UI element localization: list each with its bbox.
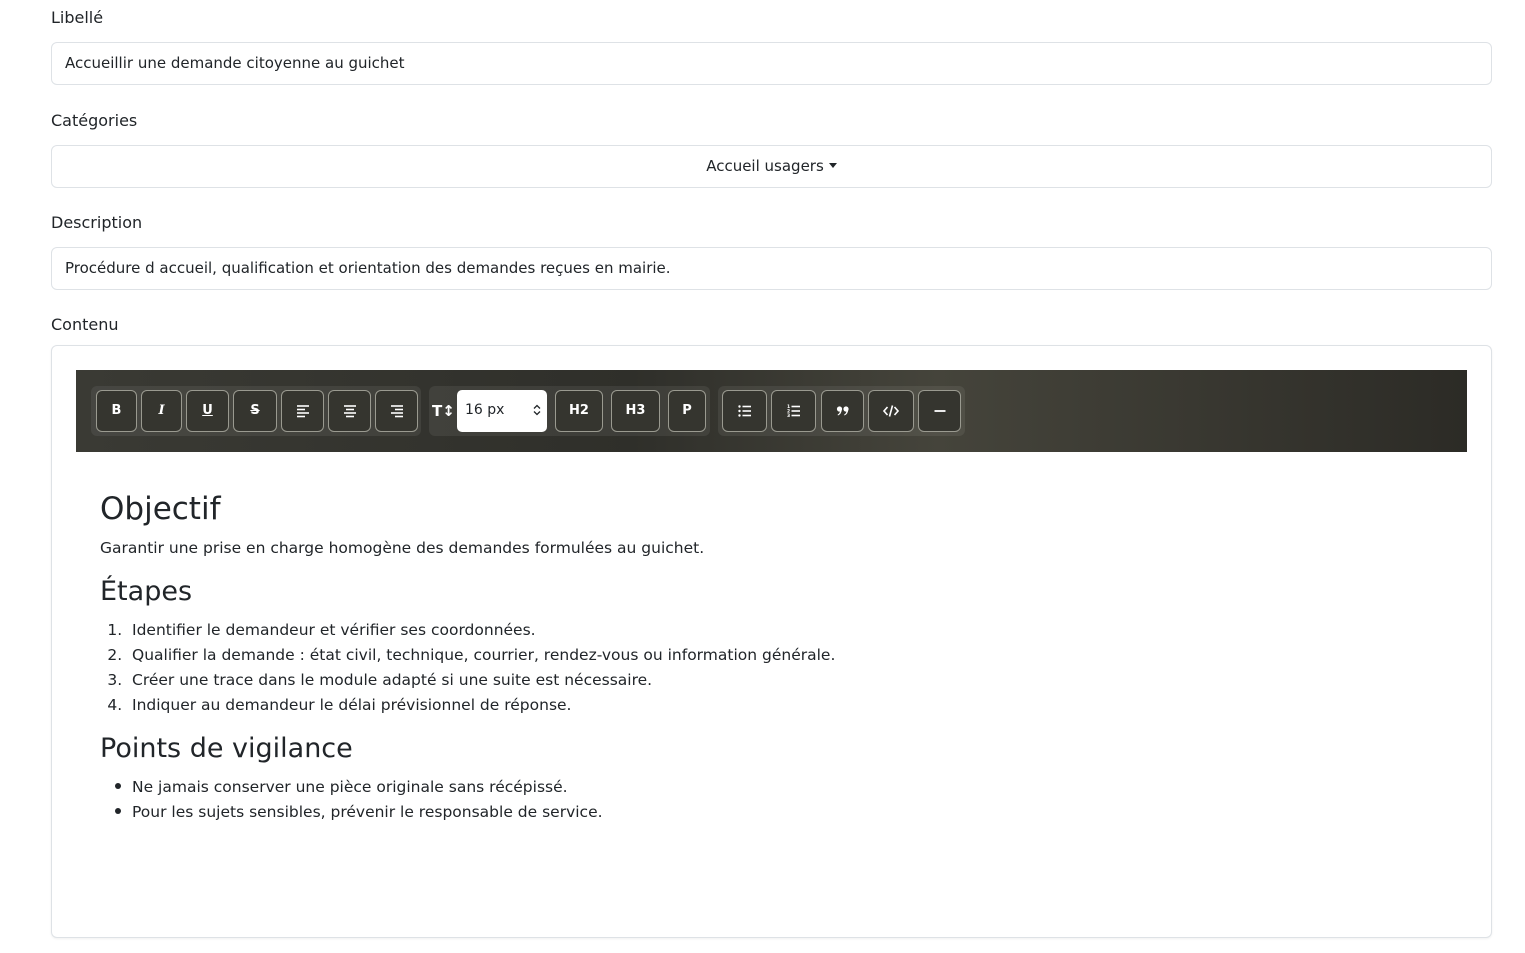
text-size-icon: T↕ xyxy=(432,402,455,420)
categories-selected-value: Accueil usagers xyxy=(706,157,824,175)
heading3-button[interactable]: H3 xyxy=(611,390,660,432)
horizontal-rule-button[interactable] xyxy=(918,390,961,432)
align-left-button[interactable] xyxy=(281,390,324,432)
description-input[interactable]: Procédure d accueil, qualification et or… xyxy=(51,247,1492,290)
heading2-button[interactable]: H2 xyxy=(555,390,603,432)
align-center-button[interactable] xyxy=(328,390,371,432)
align-right-button[interactable] xyxy=(375,390,418,432)
align-right-icon xyxy=(390,405,403,418)
content-heading-objectif: Objectif xyxy=(100,491,221,527)
categories-select[interactable]: Accueil usagers xyxy=(51,145,1492,188)
svg-text:3: 3 xyxy=(787,413,790,418)
list-item: Ne jamais conserver une pièce originale … xyxy=(100,777,568,797)
content-heading-etapes: Étapes xyxy=(100,576,193,607)
toolbar-group-format: B I U S xyxy=(91,386,421,436)
toolbar-group-text-style: T↕ 16 px H2 H3 P xyxy=(429,386,710,436)
horizontal-rule-icon xyxy=(934,410,945,412)
list-item: Pour les sujets sensibles, prévenir le r… xyxy=(100,802,603,822)
underline-button[interactable]: U xyxy=(186,390,229,432)
paragraph-button[interactable]: P xyxy=(668,390,706,432)
align-left-icon xyxy=(296,405,309,418)
list-item: 4. Indiquer au demandeur le délai prévis… xyxy=(107,696,572,714)
font-size-value: 16 px xyxy=(465,402,505,418)
categories-label: Catégories xyxy=(51,111,138,130)
toolbar-group-blocks: 123 xyxy=(718,386,965,436)
caret-down-icon xyxy=(828,163,837,168)
list-item: 2. Qualifier la demande : état civil, te… xyxy=(107,646,836,664)
libelle-label: Libellé xyxy=(51,8,104,27)
description-label: Description xyxy=(51,213,143,232)
quote-icon xyxy=(836,406,849,416)
content-heading-vigilance: Points de vigilance xyxy=(100,733,353,764)
select-updown-icon xyxy=(533,404,541,416)
strikethrough-button[interactable]: S xyxy=(233,390,277,432)
align-center-icon xyxy=(343,405,356,418)
libelle-input[interactable]: Accueillir une demande citoyenne au guic… xyxy=(51,42,1492,85)
contenu-label: Contenu xyxy=(51,315,119,334)
list-item: 1. Identifier le demandeur et vérifier s… xyxy=(107,621,536,639)
editor-toolbar: B I U S T↕ 16 px H2 H3 P 1 2 3 xyxy=(76,370,1467,452)
rich-text-editor[interactable]: B I U S T↕ 16 px H2 H3 P 1 2 3 Objectif … xyxy=(51,345,1492,938)
blockquote-button[interactable] xyxy=(821,390,864,432)
code-button[interactable] xyxy=(868,390,914,432)
list-item: 3. Créer une trace dans le module adapté… xyxy=(107,671,653,689)
numbered-list-button[interactable]: 123 xyxy=(771,390,816,432)
code-icon xyxy=(883,405,899,417)
bullet-list-button[interactable] xyxy=(722,390,767,432)
content-paragraph: Garantir une prise en charge homogène de… xyxy=(100,539,705,557)
bullet-list-icon xyxy=(737,405,751,417)
numbered-list-icon: 123 xyxy=(787,404,800,418)
bullet-icon xyxy=(115,808,121,814)
bold-button[interactable]: B xyxy=(96,390,137,432)
font-size-select[interactable]: 16 px xyxy=(457,390,547,432)
italic-button[interactable]: I xyxy=(141,390,182,432)
bullet-icon xyxy=(115,783,121,789)
